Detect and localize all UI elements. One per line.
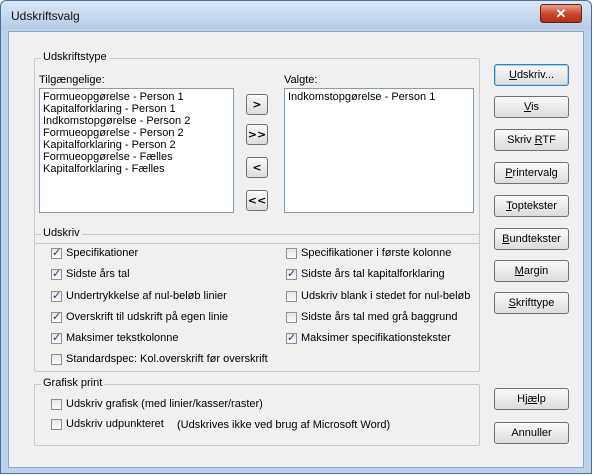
dialog-body: Udskriftstype Tilgængelige: Valgte: Form…: [8, 31, 584, 468]
list-item[interactable]: Indkomstopgørelse - Person 1: [288, 91, 470, 103]
list-item[interactable]: Indkomstopgørelse - Person 2: [43, 115, 230, 127]
header-text-button[interactable]: Toptekster: [494, 195, 569, 217]
word-note: (Udskrives ikke ved brug af Microsoft Wo…: [177, 419, 391, 431]
available-label: Tilgængelige:: [39, 74, 105, 86]
cancel-button[interactable]: Annuller: [494, 422, 569, 444]
window-title: Udskriftsvalg: [11, 9, 80, 23]
list-item[interactable]: Formueopgørelse - Person 2: [43, 127, 230, 139]
option-label: Specifikationer i første kolonne: [301, 247, 452, 260]
checkbox[interactable]: [286, 311, 297, 323]
list-item[interactable]: Formueopgørelse - Person 1: [43, 91, 230, 103]
checkbox[interactable]: [51, 398, 62, 410]
checkbox[interactable]: [286, 267, 297, 280]
option-label: Sidste års tal med grå baggrund: [301, 311, 458, 324]
close-button[interactable]: ✕: [540, 4, 582, 23]
title-bar: Udskriftsvalg ✕: [1, 1, 591, 29]
option-label: Maksimer tekstkolonne: [66, 332, 179, 345]
list-item[interactable]: Formueopgørelse - Fælles: [43, 151, 230, 163]
option-suppress-zero-lines[interactable]: Undertrykkelse af nul-beløb linier: [51, 289, 227, 306]
option-label: Standardspec: Kol.overskrift før overskr…: [66, 353, 268, 366]
graphic-print-group-title: Grafisk print: [41, 377, 105, 389]
option-label: Udskriv blank i stedet for nul-beløb: [301, 290, 471, 303]
print-rtf-button[interactable]: Skriv RTF: [494, 129, 569, 151]
option-heading-own-line[interactable]: Overskrift til udskrift på egen linie: [51, 310, 229, 327]
print-type-group-title: Udskriftstype: [41, 51, 109, 63]
available-listbox[interactable]: Formueopgørelse - Person 1 Kapitalforkla…: [39, 88, 234, 213]
option-label: Sidste års tal: [66, 268, 130, 281]
option-last-year-capital[interactable]: Sidste års tal kapitalforklaring: [286, 267, 445, 284]
help-button[interactable]: Hjælp: [494, 388, 569, 410]
print-options-group-title: Udskriv: [41, 227, 82, 239]
option-label: Specifikationer: [66, 247, 139, 260]
option-maximize-text-column[interactable]: Maksimer tekstkolonne: [51, 331, 179, 348]
print-button[interactable]: Udskriv...: [494, 64, 569, 86]
option-spec-first-column[interactable]: Specifikationer i første kolonne: [286, 247, 451, 263]
checkbox[interactable]: [51, 418, 62, 430]
remove-all-button[interactable]: <<: [246, 190, 268, 211]
checkbox[interactable]: [51, 267, 62, 280]
option-last-year-grey-bg[interactable]: Sidste års tal med grå baggrund: [286, 311, 458, 327]
checkbox[interactable]: [51, 331, 62, 344]
option-label: Udskriv udpunkteret: [66, 418, 164, 431]
checkbox[interactable]: [51, 289, 62, 302]
selected-label: Valgte:: [284, 74, 318, 86]
option-specifications[interactable]: Specifikationer: [51, 246, 139, 263]
option-standard-spec-column-heading[interactable]: Standardspec: Kol.overskrift før overskr…: [51, 353, 268, 369]
margin-button[interactable]: Margin: [494, 260, 569, 282]
option-blank-instead-zero[interactable]: Udskriv blank i stedet for nul-beløb: [286, 290, 470, 306]
list-item[interactable]: Kapitalforklaring - Person 2: [43, 139, 230, 151]
option-last-year-figures[interactable]: Sidste års tal: [51, 267, 130, 284]
graphic-print-group: Grafisk print: [34, 377, 480, 446]
list-item[interactable]: Kapitalforklaring - Person 1: [43, 103, 230, 115]
close-icon: ✕: [555, 6, 567, 21]
option-label: Overskrift til udskrift på egen linie: [66, 311, 229, 324]
add-all-button[interactable]: >>: [246, 124, 268, 145]
printer-select-button[interactable]: Printervalg: [494, 162, 569, 184]
option-print-dotted[interactable]: Udskriv udpunkteret: [51, 418, 164, 434]
option-label: Sidste års tal kapitalforklaring: [301, 268, 445, 281]
checkbox[interactable]: [286, 331, 297, 344]
option-print-graphic[interactable]: Udskriv grafisk (med linier/kasser/raste…: [51, 398, 263, 414]
checkbox[interactable]: [286, 247, 297, 259]
option-label: Undertrykkelse af nul-beløb linier: [66, 290, 227, 303]
remove-button[interactable]: <: [246, 157, 268, 178]
selected-listbox[interactable]: Indkomstopgørelse - Person 1: [284, 88, 474, 213]
option-label: Maksimer specifikationstekster: [301, 332, 451, 345]
list-item[interactable]: Kapitalforklaring - Fælles: [43, 163, 230, 175]
add-button[interactable]: >: [246, 94, 268, 115]
option-maximize-spec-text[interactable]: Maksimer specifikationstekster: [286, 331, 451, 348]
print-options-dialog: Udskriftsvalg ✕ Udskriftstype Tilgængeli…: [0, 0, 592, 474]
option-label: Udskriv grafisk (med linier/kasser/raste…: [66, 398, 263, 411]
font-button[interactable]: Skrifttype: [494, 292, 569, 314]
footer-text-button[interactable]: Bundtekster: [494, 228, 569, 250]
checkbox[interactable]: [286, 290, 297, 302]
view-button[interactable]: Vis: [494, 96, 569, 118]
checkbox[interactable]: [51, 246, 62, 259]
checkbox[interactable]: [51, 353, 62, 365]
checkbox[interactable]: [51, 310, 62, 323]
